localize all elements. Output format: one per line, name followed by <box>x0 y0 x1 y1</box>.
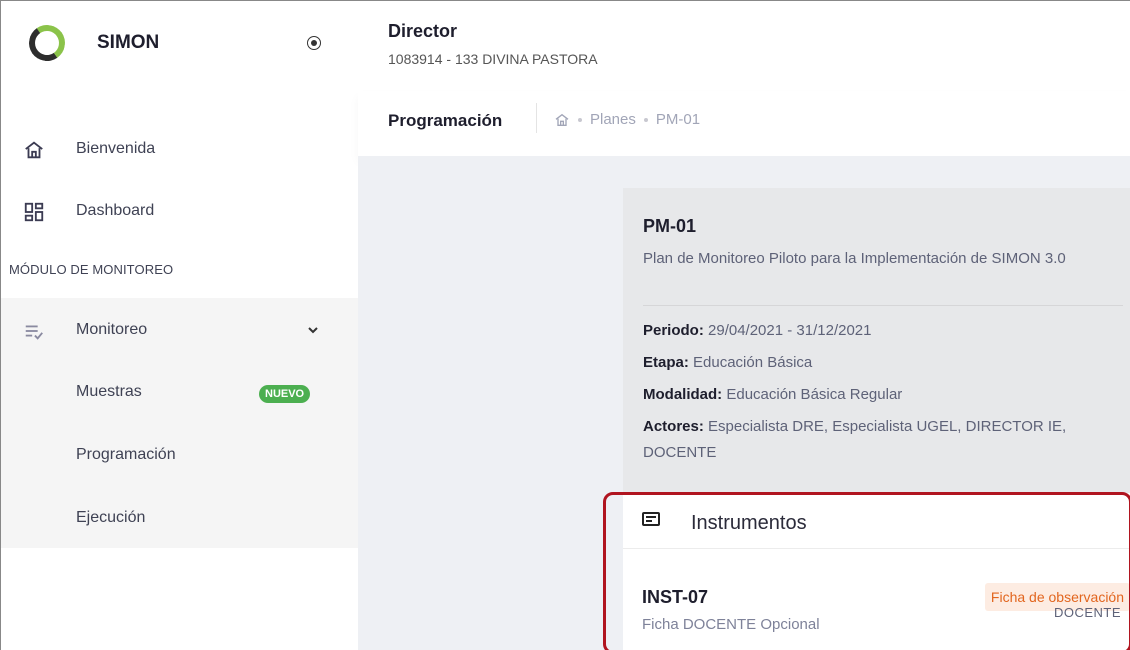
simon-logo <box>26 22 68 64</box>
sidebar-item-bienvenida[interactable]: Bienvenida <box>1 125 358 173</box>
actores-value: Especialista DRE, Especialista UGEL, DIR… <box>643 418 1067 461</box>
home-icon <box>25 141 43 159</box>
divider <box>536 103 537 133</box>
form-icon <box>642 512 660 526</box>
plan-description: Plan de Monitoreo Piloto para la Impleme… <box>643 250 1066 267</box>
instrumentos-title: Instrumentos <box>691 512 807 534</box>
app-name: SIMON <box>97 32 160 53</box>
modalidad-label: Modalidad: <box>643 386 723 403</box>
periodo-label: Periodo: <box>643 322 704 339</box>
instrument-description: Ficha DOCENTE Opcional <box>642 616 820 633</box>
plan-code: PM-01 <box>643 216 697 236</box>
breadcrumb-item-planes[interactable]: Planes <box>590 111 636 128</box>
top-header: Director 1083914 - 133 DIVINA PASTORA <box>358 1 1130 91</box>
breadcrumb-separator <box>643 117 648 122</box>
monitoreo-submenu: Monitoreo Muestras NUEVO Programación Ej… <box>1 298 358 548</box>
school-name: 1083914 - 133 DIVINA PASTORA <box>388 51 598 67</box>
modalidad-value: Educación Básica Regular <box>726 386 903 403</box>
chevron-down-icon[interactable] <box>307 324 319 336</box>
periodo-value: 29/04/2021 - 31/12/2021 <box>708 322 872 339</box>
instrumentos-header: Instrumentos <box>623 493 1130 549</box>
sidebar-item-label: Ejecución <box>76 509 146 526</box>
sidebar-item-label: Dashboard <box>76 202 155 219</box>
sidebar: SIMON Bienvenida Dashboard MÓDULO DE MON… <box>1 1 358 650</box>
plan-periodo: Periodo: 29/04/2021 - 31/12/2021 <box>643 318 1113 344</box>
sidebar-toggle-icon[interactable] <box>307 36 321 50</box>
etapa-label: Etapa: <box>643 354 689 371</box>
instrument-code: INST-07 <box>642 587 709 607</box>
subheader: Programación Planes PM-01 <box>358 91 1130 156</box>
dashboard-icon <box>24 202 44 222</box>
sidebar-item-label: Programación <box>76 446 176 463</box>
sidebar-item-monitoreo[interactable]: Monitoreo <box>1 306 358 354</box>
sidebar-item-dashboard[interactable]: Dashboard <box>1 187 358 235</box>
breadcrumb-item-current: PM-01 <box>655 111 701 128</box>
home-icon[interactable] <box>554 112 570 128</box>
plan-etapa: Etapa: Educación Básica <box>643 350 1113 376</box>
instrumentos-panel: Instrumentos Ficha de observación INST-0… <box>623 493 1130 650</box>
sidebar-item-programacion[interactable]: Programación <box>1 431 358 479</box>
sidebar-item-label: Monitoreo <box>76 321 148 338</box>
plan-actores: Actores: Especialista DRE, Especialista … <box>643 414 1113 466</box>
sidebar-item-muestras[interactable]: Muestras NUEVO <box>1 368 358 416</box>
sidebar-item-label: Muestras <box>76 383 142 400</box>
checklist-icon <box>25 325 43 340</box>
sidebar-item-ejecucion[interactable]: Ejecución <box>1 494 358 542</box>
brand: SIMON <box>1 1 358 91</box>
breadcrumb: Planes PM-01 <box>554 111 700 128</box>
sidebar-item-label: Bienvenida <box>76 140 156 157</box>
breadcrumb-separator <box>578 117 582 122</box>
actores-label: Actores: <box>643 418 704 435</box>
plan-modalidad: Modalidad: Educación Básica Regular <box>643 382 1113 408</box>
new-badge: NUEVO <box>259 385 311 403</box>
etapa-value: Educación Básica <box>693 354 813 371</box>
page-title: Programación <box>388 111 503 130</box>
instrument-actor: DOCENTE <box>1053 605 1121 620</box>
user-role: Director <box>388 21 458 41</box>
section-title-monitoreo: MÓDULO DE MONITOREO <box>9 262 174 277</box>
app-frame: SIMON Bienvenida Dashboard MÓDULO DE MON… <box>0 0 1130 650</box>
divider <box>643 305 1123 306</box>
